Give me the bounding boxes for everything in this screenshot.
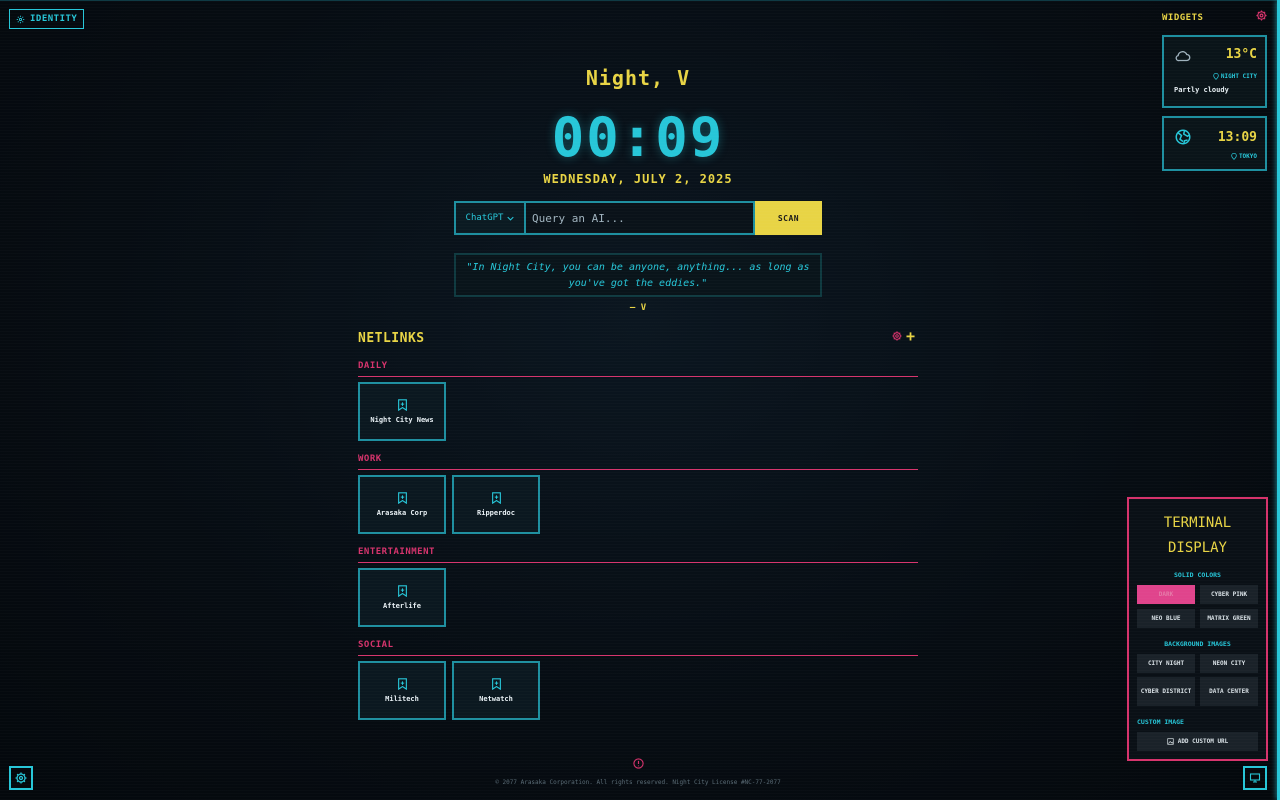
monitor-icon: [1249, 773, 1261, 783]
identity-button[interactable]: IDENTITY: [9, 9, 85, 29]
bookmark-icon: [397, 585, 407, 597]
add-custom-url-button[interactable]: ADD CUSTOM URL: [1137, 732, 1258, 751]
bookmark-icon: [397, 678, 407, 690]
link-label: Ripperdoc: [477, 509, 515, 517]
bookmark-icon: [491, 492, 501, 504]
gear-icon: [15, 772, 27, 784]
solid-colors-label: SOLID COLORS: [1174, 571, 1221, 579]
link-label: Netwatch: [479, 695, 513, 703]
settings-button[interactable]: [9, 766, 33, 790]
location-pin-icon: [1231, 153, 1237, 160]
bookmark-icon: [397, 492, 407, 504]
worldclock-location-label: TOKYO: [1238, 153, 1257, 160]
category-title: ENTERTAINMENT: [358, 547, 435, 557]
link-label: Arasaka Corp: [376, 509, 428, 517]
link-tile[interactable]: Night City News: [358, 382, 446, 441]
custom-image-label: CUSTOM IMAGE: [1137, 718, 1184, 726]
link-tile[interactable]: Militech: [358, 661, 446, 720]
location-pin-icon: [1213, 73, 1219, 80]
netlinks-title: NETLINKS: [358, 331, 425, 346]
color-cyber-pink-button[interactable]: CYBER PINK: [1200, 585, 1258, 604]
bookmark-icon: [491, 678, 501, 690]
link-tile[interactable]: Ripperdoc: [452, 475, 540, 534]
category-title: WORK: [358, 454, 382, 464]
panel-title: TERMINAL DISPLAY: [1129, 511, 1266, 561]
image-icon: [1167, 738, 1174, 745]
category-title: SOCIAL: [358, 640, 394, 650]
quote-box: "In Night City, you can be anyone, anyth…: [454, 253, 822, 297]
info-icon[interactable]: [633, 758, 644, 769]
link-label: Afterlife: [383, 602, 421, 610]
color-matrix-green-button[interactable]: MATRIX GREEN: [1200, 609, 1258, 628]
greeting: Night, V: [585, 66, 691, 90]
link-label: Night City News: [370, 416, 434, 424]
gear-icon: [16, 15, 25, 23]
category-divider: [358, 376, 918, 377]
worldclock-time: 13:09: [1217, 130, 1257, 145]
add-link-button[interactable]: +: [906, 327, 915, 345]
ai-search-bar: ChatGPT SCAN: [454, 201, 822, 235]
bg-cyber-district-button[interactable]: CYBER DISTRICT: [1137, 677, 1195, 706]
weather-location: NIGHT CITY: [1213, 73, 1257, 80]
weather-location-label: NIGHT CITY: [1220, 73, 1257, 80]
quote-author: – V: [629, 303, 647, 313]
bg-city-night-button[interactable]: CITY NIGHT: [1137, 654, 1195, 673]
add-custom-url-label: ADD CUSTOM URL: [1177, 738, 1229, 745]
date: WEDNESDAY, JULY 2, 2025: [543, 172, 733, 186]
widgets-title: WIDGETS: [1162, 13, 1204, 23]
display-toggle-button[interactable]: [1243, 766, 1267, 790]
link-label: Militech: [385, 695, 419, 703]
clock: 00:09: [551, 106, 725, 169]
terminal-display-panel: TERMINAL DISPLAY SOLID COLORS DARK CYBER…: [1127, 497, 1268, 761]
weather-widget[interactable]: 13°C NIGHT CITY Partly cloudy: [1162, 35, 1267, 108]
color-neo-blue-button[interactable]: NEO BLUE: [1137, 609, 1195, 628]
engine-select[interactable]: ChatGPT: [454, 201, 524, 235]
top-edge: [0, 0, 1280, 1]
category-divider: [358, 562, 918, 563]
gear-icon[interactable]: [892, 331, 902, 341]
link-tile[interactable]: Netwatch: [452, 661, 540, 720]
weather-description: Partly cloudy: [1174, 86, 1229, 94]
identity-label: IDENTITY: [30, 14, 78, 24]
globe-icon: [1175, 129, 1191, 145]
scan-button[interactable]: SCAN: [755, 201, 822, 235]
panel-title-line1: TERMINAL: [1163, 515, 1232, 531]
panel-title-line2: DISPLAY: [1167, 540, 1227, 556]
bg-data-center-button[interactable]: DATA CENTER: [1200, 677, 1258, 706]
bg-images-label: BACKGROUND IMAGES: [1164, 640, 1231, 648]
gear-icon[interactable]: [1256, 10, 1267, 21]
worldclock-widget[interactable]: 13:09 TOKYO: [1162, 116, 1267, 171]
color-dark-button[interactable]: DARK: [1137, 585, 1195, 604]
weather-temp: 13°C: [1225, 47, 1257, 62]
worldclock-location: TOKYO: [1231, 153, 1257, 160]
category-title: DAILY: [358, 361, 388, 371]
cloud-icon: [1175, 51, 1191, 62]
link-tile[interactable]: Arasaka Corp: [358, 475, 446, 534]
bookmark-icon: [397, 399, 407, 411]
category-divider: [358, 655, 918, 656]
category-divider: [358, 469, 918, 470]
link-tile[interactable]: Afterlife: [358, 568, 446, 627]
search-input[interactable]: [524, 201, 755, 235]
bg-neon-city-button[interactable]: NEON CITY: [1200, 654, 1258, 673]
chevron-down-icon: [507, 216, 515, 221]
copyright: © 2077 Arasaka Corporation. All rights r…: [495, 779, 781, 786]
engine-label: ChatGPT: [465, 213, 504, 223]
